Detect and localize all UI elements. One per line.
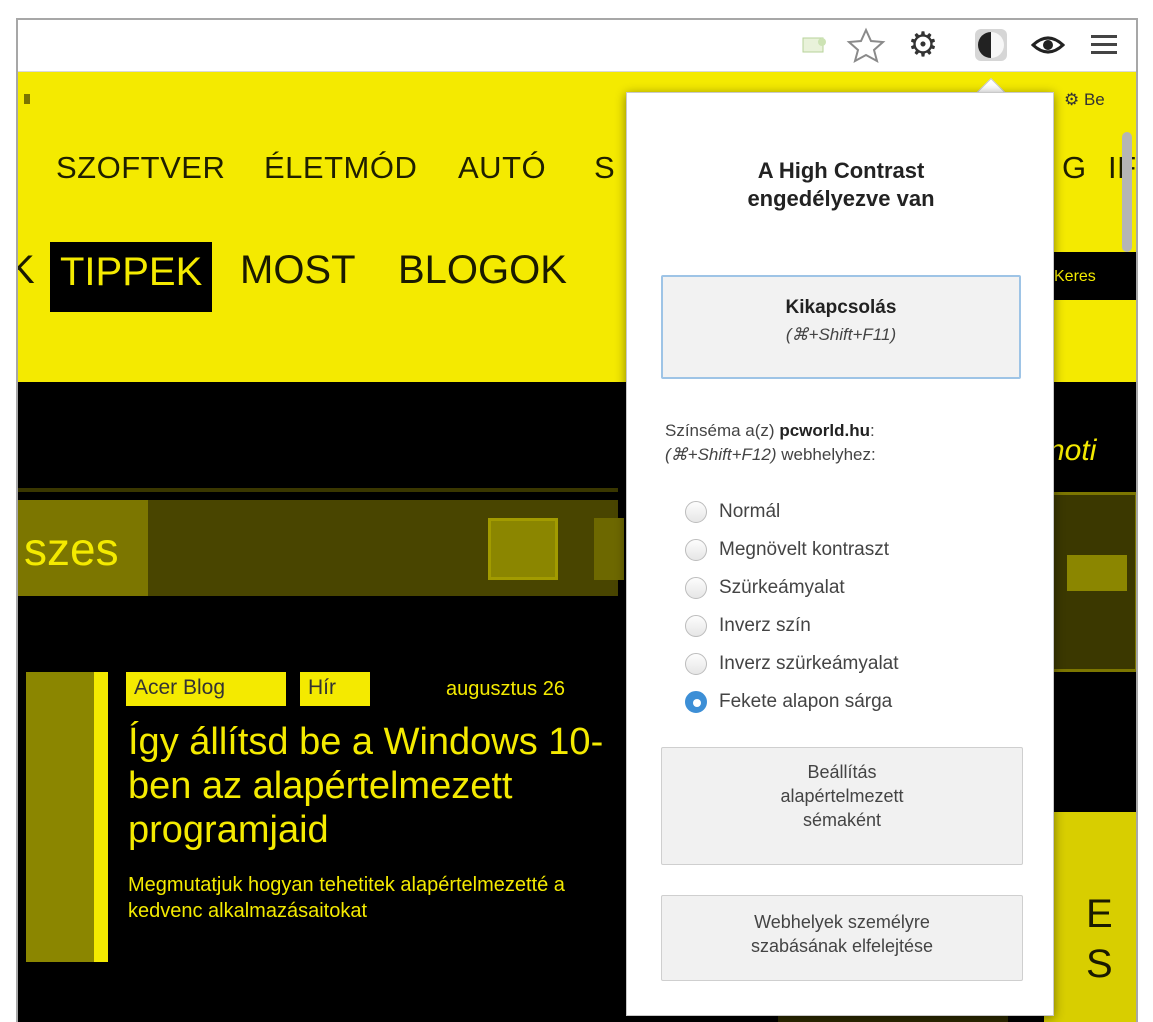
scheme-option-inverted-grayscale[interactable]: Inverz szürkeámyalat	[685, 645, 1045, 683]
article-tag-hir[interactable]: Hír	[300, 672, 370, 706]
eye-icon[interactable]	[1028, 26, 1068, 64]
ad-letter-s: S	[1086, 942, 1113, 986]
forget-line2: szabásának elfelejtése	[750, 936, 934, 956]
scheme-prefix: Színséma a(z)	[665, 421, 780, 440]
popup-title: A High Contrast engedélyezve van	[627, 157, 1055, 213]
article-summary: Megmutatjuk hogyan tehetitek alapértelme…	[128, 874, 565, 922]
option-label: Fekete alapon sárga	[719, 691, 893, 712]
view-grid-icon[interactable]	[488, 518, 558, 580]
scheme-option-yellow-on-black[interactable]: Fekete alapon sárga	[685, 683, 1045, 721]
top-bar-mark	[24, 94, 30, 104]
nav-item-blogok[interactable]: BLOGOK	[398, 248, 567, 293]
nav-item-g[interactable]: G	[1062, 150, 1087, 186]
popup-title-line2: engedélyezve van	[747, 186, 935, 211]
scheme-option-inverted-color[interactable]: Inverz szín	[685, 607, 1045, 645]
radio-button[interactable]	[685, 539, 707, 561]
nav-item-tippek[interactable]: TIPPEK	[50, 242, 213, 312]
article-headline[interactable]: Így állítsd be a Windows 10-ben az alapé…	[128, 720, 628, 852]
login-link[interactable]: ⚙ Be	[1064, 90, 1105, 110]
scheme-option-grayscale[interactable]: Szürkeámyalat	[685, 569, 1045, 607]
forget-customizations-button[interactable]: Webhelyek személyre szabásának elfelejté…	[661, 895, 1023, 981]
scheme-option-increased-contrast[interactable]: Megnövelt kontraszt	[685, 531, 1045, 569]
article-thumbnail[interactable]	[26, 672, 108, 962]
scheme-target: webhelyhez:	[776, 445, 876, 464]
sidebar-ads: noti E S	[1044, 412, 1136, 1022]
scheme-suffix: :	[869, 421, 875, 440]
option-label: Inverz szürkeámyalat	[719, 653, 899, 674]
radio-button-selected[interactable]	[685, 691, 707, 713]
browser-toolbar: ⚙	[18, 20, 1136, 72]
nav-item-szoftver[interactable]: SZOFTVER	[56, 150, 225, 186]
option-label: Megnövelt kontraszt	[719, 539, 890, 560]
menu-icon[interactable]	[1084, 26, 1124, 64]
radio-button[interactable]	[685, 501, 707, 523]
nav-partial[interactable]: I	[18, 150, 21, 186]
option-label: Normál	[719, 501, 781, 522]
disable-button-shortcut: (⌘+Shift+F11)	[785, 325, 897, 344]
browser-window: ⚙ ⚙ Be I SZOFTVER ÉLETMÓD AUTÓ S G IF K	[16, 18, 1138, 1022]
nav-item-s[interactable]: S	[594, 150, 615, 186]
set-default-line1: Beállítás	[807, 762, 877, 782]
nav-item-auto[interactable]: AUTÓ	[458, 150, 546, 186]
disable-button-label: Kikapcsolás	[785, 297, 897, 318]
set-default-scheme-button[interactable]: Beállítás alapértelmezett sémaként	[661, 747, 1023, 865]
disable-button[interactable]: Kikapcsolás (⌘+Shift+F11)	[661, 275, 1021, 379]
option-label: Szürkeámyalat	[719, 577, 845, 598]
section-title[interactable]: szes	[18, 500, 148, 596]
gear-icon[interactable]: ⚙	[900, 26, 946, 64]
divider	[18, 488, 618, 492]
scheme-site: pcworld.hu	[779, 421, 870, 440]
ad-letter-e: E	[1086, 892, 1113, 936]
forget-line1: Webhelyek személyre	[754, 912, 930, 932]
nav-item-most[interactable]: MOST	[240, 248, 356, 293]
page-scrollbar[interactable]	[1122, 132, 1132, 252]
scheme-shortcut: (⌘+Shift+F12)	[665, 445, 777, 464]
view-list-icon[interactable]	[594, 518, 624, 580]
set-default-line3: sémaként	[802, 810, 882, 830]
radio-button[interactable]	[685, 615, 707, 637]
ad-text[interactable]: noti	[1048, 434, 1096, 468]
login-link-text: Be	[1083, 90, 1105, 109]
ad-image-inner	[1067, 555, 1127, 591]
article-tag-blog[interactable]: Acer Blog	[126, 672, 286, 706]
option-label: Inverz szín	[719, 615, 811, 636]
ad-banner[interactable]: E S	[1044, 812, 1136, 1022]
article-date: augusztus 26	[446, 678, 565, 700]
set-default-line2: alapértelmezett	[780, 786, 904, 806]
star-icon[interactable]	[844, 26, 888, 64]
popup-title-line1: A High Contrast	[757, 158, 925, 183]
nav-partial-k[interactable]: K	[18, 248, 35, 293]
ad-image[interactable]	[1050, 492, 1136, 672]
scheme-option-normal[interactable]: Normál	[685, 493, 1045, 531]
radio-button[interactable]	[685, 653, 707, 675]
radio-button[interactable]	[685, 577, 707, 599]
search-button[interactable]: Keres	[1048, 252, 1136, 300]
high-contrast-popup: A High Contrast engedélyezve van Kikapcs…	[626, 92, 1054, 1016]
high-contrast-icon[interactable]	[968, 26, 1014, 64]
plugin-icon[interactable]	[798, 26, 832, 64]
color-scheme-label: Színséma a(z) pcworld.hu: (⌘+Shift+F12) …	[665, 419, 1035, 467]
nav-item-eletmod[interactable]: ÉLETMÓD	[264, 150, 417, 186]
color-scheme-options: Normál Megnövelt kontraszt Szürkeámyalat…	[685, 493, 1045, 721]
